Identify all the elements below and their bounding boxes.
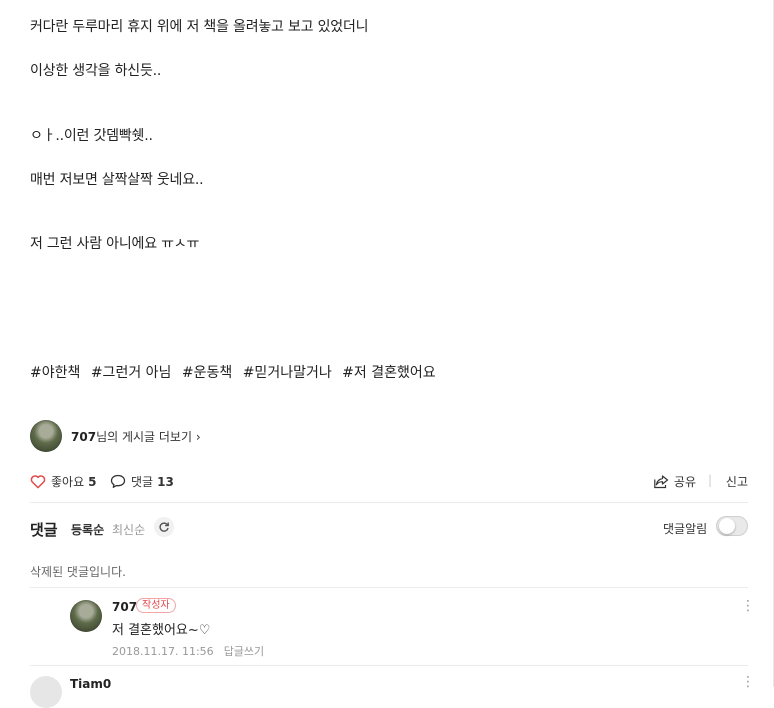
comment-count: 13: [157, 474, 174, 489]
author-more-posts-suffix: 님의 게시글 더보기 ›: [96, 429, 201, 444]
comment-alarm-label: 댓글알림: [663, 522, 708, 536]
heart-icon: [30, 474, 46, 489]
sort-registered-button[interactable]: 등록순: [71, 521, 104, 538]
action-separator: |: [707, 473, 712, 487]
comment-label: 댓글: [131, 475, 154, 489]
reply-write-button[interactable]: 답글쓰기: [224, 645, 264, 658]
author-name: 707: [71, 429, 97, 444]
comment-bubble-icon: [110, 474, 126, 489]
toggle-knob: [719, 518, 735, 534]
like-count: 5: [88, 474, 97, 489]
avatar[interactable]: [70, 600, 102, 632]
sort-latest-button[interactable]: 최신순: [112, 521, 145, 538]
more-vertical-icon[interactable]: ⋮: [741, 674, 755, 690]
author-more-posts-link[interactable]: 707님의 게시글 더보기 ›: [30, 420, 201, 452]
like-button[interactable]: 좋아요 5: [30, 473, 96, 490]
tag-link[interactable]: #운동책: [182, 365, 232, 381]
refresh-icon: [158, 518, 170, 537]
share-label: 공유: [673, 475, 696, 489]
comment-divider: [30, 587, 748, 588]
next-comment-author[interactable]: Tiam0: [70, 677, 111, 691]
tag-link[interactable]: #저 결혼했어요: [342, 365, 435, 381]
post-text-line: 매번 저보면 살짝살짝 웃네요..: [30, 172, 204, 188]
reaction-bar: 좋아요 5 댓글 13 공유 | 신고: [30, 473, 748, 493]
reply-text: 저 결혼했어요~♡: [112, 623, 211, 638]
comment-alarm-toggle[interactable]: [716, 516, 748, 536]
post-text-line: 저 그런 사람 아니에요 ㅠㅅㅠ: [30, 236, 200, 252]
reply-comment: 707 작성자 저 결혼했어요~♡ 2018.11.17. 11:56 답글쓰기: [70, 598, 750, 658]
comments-title: 댓글: [30, 521, 58, 539]
refresh-button[interactable]: [154, 517, 174, 537]
post-text-line: ㅇㅏ..이런 갓뎀빡쉣..: [30, 128, 153, 144]
comment-divider: [30, 665, 748, 666]
tag-link[interactable]: #그런거 아님: [91, 365, 172, 381]
post-text-line: 이상한 생각을 하신듯..: [30, 63, 162, 79]
comment-button[interactable]: 댓글 13: [110, 473, 174, 490]
like-label: 좋아요: [51, 475, 85, 489]
tag-list: #야한책 #그런거 아님 #운동책 #믿거나말거나 #저 결혼했어요: [30, 362, 442, 382]
section-divider: [30, 502, 748, 503]
more-vertical-icon[interactable]: ⋮: [741, 598, 755, 614]
deleted-comment-text: 삭제된 댓글입니다.: [30, 565, 126, 579]
author-more-posts-label: 707님의 게시글 더보기 ›: [71, 428, 201, 445]
reply-date: 2018.11.17. 11:56: [112, 645, 214, 658]
share-button[interactable]: 공유: [653, 473, 696, 490]
tag-link[interactable]: #야한책: [30, 365, 80, 381]
reply-meta: 2018.11.17. 11:56 답글쓰기: [112, 643, 264, 659]
share-icon: [653, 474, 669, 489]
avatar[interactable]: [30, 676, 62, 708]
avatar: [30, 420, 62, 452]
post-text-line: 커다란 두루마리 휴지 위에 저 책을 올려놓고 보고 있었더니: [30, 19, 369, 35]
author-badge: 작성자: [136, 598, 176, 613]
reply-author[interactable]: 707: [112, 600, 137, 614]
next-comment: Tiam0: [30, 676, 750, 708]
tag-link[interactable]: #믿거나말거나: [243, 365, 332, 381]
report-button[interactable]: 신고: [726, 473, 748, 490]
